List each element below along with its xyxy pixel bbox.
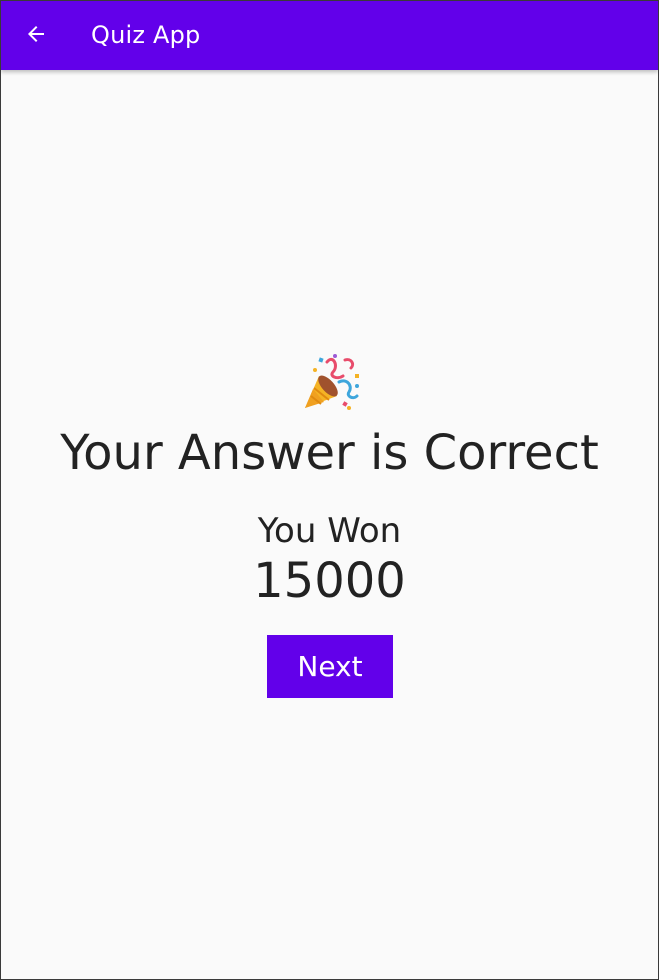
next-button[interactable]: Next — [267, 635, 393, 698]
app-title: Quiz App — [91, 21, 201, 49]
won-label: You Won — [257, 511, 402, 551]
back-button[interactable] — [21, 21, 51, 51]
arrow-left-icon — [24, 22, 48, 51]
result-panel: Your Answer is Correct You Won 15000 Nex… — [1, 70, 658, 979]
result-headline: Your Answer is Correct — [60, 425, 599, 481]
app-bar: Quiz App — [1, 1, 658, 70]
party-popper-icon — [299, 352, 363, 414]
won-amount: 15000 — [253, 553, 406, 609]
app-window: Quiz App Your Answer is Correct You Won … — [0, 0, 659, 980]
